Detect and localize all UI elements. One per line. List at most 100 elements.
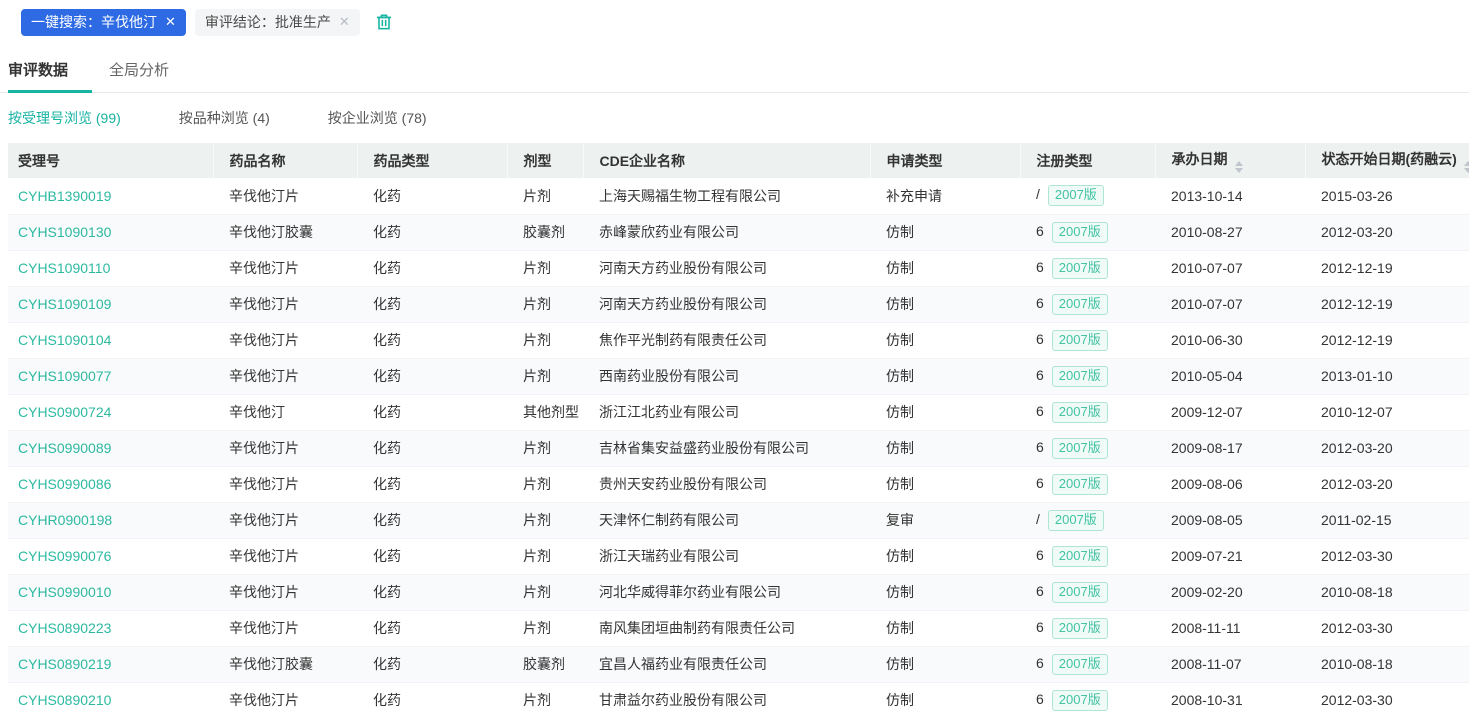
cell-acceptance-no: CYHS1090109 bbox=[8, 286, 213, 322]
acceptance-no-link[interactable]: CYHS0990089 bbox=[18, 440, 111, 456]
registration-edition-badge: 2007版 bbox=[1048, 510, 1104, 531]
acceptance-no-link[interactable]: CYHS0890210 bbox=[18, 692, 111, 708]
acceptance-no-link[interactable]: CYHB1390019 bbox=[18, 188, 111, 204]
acceptance-no-link[interactable]: CYHS0890223 bbox=[18, 620, 111, 636]
col-header-application-type: 申请类型 bbox=[870, 143, 1020, 178]
cell-acceptance-no: CYHS0990086 bbox=[8, 466, 213, 502]
col-header-registration-type: 注册类型 bbox=[1020, 143, 1155, 178]
acceptance-no-link[interactable]: CYHS1090130 bbox=[18, 224, 111, 240]
table-row: CYHS1090110 辛伐他汀片 化药 片剂 河南天方药业股份有限公司 仿制 … bbox=[8, 250, 1469, 286]
registration-edition-badge: 2007版 bbox=[1052, 690, 1108, 711]
acceptance-no-link[interactable]: CYHS0990076 bbox=[18, 548, 111, 564]
cell-acceptance-no: CYHS0990076 bbox=[8, 538, 213, 574]
cell-application-type: 复审 bbox=[870, 502, 1020, 538]
cell-cde-company: 南风集团垣曲制药有限责任公司 bbox=[583, 610, 870, 646]
cell-undertake-date: 2010-07-07 bbox=[1155, 286, 1305, 322]
clear-filters-button[interactable] bbox=[374, 12, 394, 32]
subtab-by-company[interactable]: 按企业浏览 (78) bbox=[328, 108, 427, 128]
cell-acceptance-no: CYHS1090104 bbox=[8, 322, 213, 358]
review-result-chip[interactable]: 审评结论：批准生产 ✕ bbox=[195, 9, 360, 36]
caret-up-icon bbox=[1235, 161, 1243, 166]
cell-undertake-date: 2009-08-06 bbox=[1155, 466, 1305, 502]
registration-class-value: 6 bbox=[1036, 475, 1044, 491]
cell-drug-type: 化药 bbox=[357, 502, 507, 538]
table-row: CYHS0990076 辛伐他汀片 化药 片剂 浙江天瑞药业有限公司 仿制 62… bbox=[8, 538, 1469, 574]
cell-application-type: 仿制 bbox=[870, 358, 1020, 394]
cell-registration-type: 62007版 bbox=[1020, 466, 1155, 502]
registration-class-value: 6 bbox=[1036, 403, 1044, 419]
acceptance-no-link[interactable]: CYHS1090109 bbox=[18, 296, 111, 312]
registration-class-value: 6 bbox=[1036, 583, 1044, 599]
acceptance-no-link[interactable]: CYHR0900198 bbox=[18, 512, 112, 528]
cell-dosage-form: 片剂 bbox=[507, 250, 583, 286]
cell-status-start-date: 2012-03-30 bbox=[1305, 682, 1469, 716]
cell-cde-company: 吉林省集安益盛药业股份有限公司 bbox=[583, 430, 870, 466]
cell-undertake-date: 2008-10-31 bbox=[1155, 682, 1305, 716]
cell-registration-type: 62007版 bbox=[1020, 646, 1155, 682]
cell-registration-type: 6 2007版 bbox=[1020, 682, 1155, 716]
cell-undertake-date: 2010-07-07 bbox=[1155, 250, 1305, 286]
cell-acceptance-no: CYHS0890219 bbox=[8, 646, 213, 682]
cell-dosage-form: 片剂 bbox=[507, 574, 583, 610]
browse-mode-tabs: 按受理号浏览 (99) 按品种浏览 (4) 按企业浏览 (78) bbox=[0, 93, 1469, 143]
cell-drug-type: 化药 bbox=[357, 178, 507, 214]
cell-registration-type: 62007版 bbox=[1020, 322, 1155, 358]
cell-registration-type: 62007版 bbox=[1020, 430, 1155, 466]
acceptance-no-link[interactable]: CYHS0990010 bbox=[18, 584, 111, 600]
cell-acceptance-no: CYHS0890210 bbox=[8, 682, 213, 716]
cell-dosage-form: 其他剂型 bbox=[507, 394, 583, 430]
cell-drug-type: 化药 bbox=[357, 430, 507, 466]
acceptance-no-link[interactable]: CYHS0900724 bbox=[18, 404, 111, 420]
col-header-drug-type: 药品类型 bbox=[357, 143, 507, 178]
cell-application-type: 仿制 bbox=[870, 322, 1020, 358]
cell-dosage-form: 片剂 bbox=[507, 358, 583, 394]
col-header-undertake-date: 承办日期 bbox=[1155, 143, 1305, 178]
col-header-application-type-label: 申请类型 bbox=[887, 153, 943, 169]
quick-search-chip[interactable]: 一键搜索：辛伐他汀 ✕ bbox=[21, 9, 186, 36]
col-header-drug-name-label: 药品名称 bbox=[230, 153, 286, 169]
cell-status-start-date: 2011-02-15 bbox=[1305, 502, 1469, 538]
main-tab-bar: 审评数据 全局分析 bbox=[0, 51, 1469, 93]
cell-drug-name: 辛伐他汀片 bbox=[213, 538, 357, 574]
col-header-registration-type-label: 注册类型 bbox=[1037, 153, 1093, 169]
cell-undertake-date: 2009-07-21 bbox=[1155, 538, 1305, 574]
cell-drug-type: 化药 bbox=[357, 214, 507, 250]
cell-drug-type: 化药 bbox=[357, 358, 507, 394]
registration-class-value: 6 bbox=[1036, 691, 1044, 707]
col-header-status-start-date: 状态开始日期(药融云) bbox=[1305, 143, 1469, 178]
sort-icon-status-start-date[interactable] bbox=[1464, 161, 1469, 173]
cell-cde-company: 贵州天安药业股份有限公司 bbox=[583, 466, 870, 502]
tab-global-analysis[interactable]: 全局分析 bbox=[109, 51, 169, 92]
tab-review-data[interactable]: 审评数据 bbox=[8, 51, 68, 92]
filter-bar: 一键搜索：辛伐他汀 ✕ 审评结论：批准生产 ✕ bbox=[0, 0, 1469, 45]
subtab-by-acceptance-no[interactable]: 按受理号浏览 (99) bbox=[8, 108, 121, 128]
cell-application-type: 仿制 bbox=[870, 610, 1020, 646]
cell-drug-type: 化药 bbox=[357, 286, 507, 322]
cell-registration-type: 62007版 bbox=[1020, 286, 1155, 322]
acceptance-no-link[interactable]: CYHS1090077 bbox=[18, 368, 111, 384]
sort-icon-undertake-date[interactable] bbox=[1235, 161, 1243, 173]
subtab-by-variety[interactable]: 按品种浏览 (4) bbox=[179, 108, 270, 128]
cell-application-type: 仿制 bbox=[870, 682, 1020, 716]
quick-search-chip-close-icon[interactable]: ✕ bbox=[165, 14, 176, 30]
cell-application-type: 仿制 bbox=[870, 250, 1020, 286]
cell-cde-company: 上海天赐福生物工程有限公司 bbox=[583, 178, 870, 214]
cell-application-type: 仿制 bbox=[870, 574, 1020, 610]
cell-registration-type: 62007版 bbox=[1020, 610, 1155, 646]
table-row: CYHS0900724 辛伐他汀 化药 其他剂型 浙江江北药业有限公司 仿制 6… bbox=[8, 394, 1469, 430]
table-row: CYHS1090130 辛伐他汀胶囊 化药 胶囊剂 赤峰蒙欣药业有限公司 仿制 … bbox=[8, 214, 1469, 250]
acceptance-no-link[interactable]: CYHS0890219 bbox=[18, 656, 111, 672]
cell-undertake-date: 2008-11-11 bbox=[1155, 610, 1305, 646]
cell-drug-name: 辛伐他汀 bbox=[213, 394, 357, 430]
cell-acceptance-no: CYHS0890223 bbox=[8, 610, 213, 646]
cell-cde-company: 赤峰蒙欣药业有限公司 bbox=[583, 214, 870, 250]
cell-acceptance-no: CYHS1090130 bbox=[8, 214, 213, 250]
acceptance-no-link[interactable]: CYHS0990086 bbox=[18, 476, 111, 492]
cell-drug-name: 辛伐他汀片 bbox=[213, 358, 357, 394]
review-result-chip-close-icon[interactable]: ✕ bbox=[339, 14, 350, 30]
acceptance-no-link[interactable]: CYHS1090104 bbox=[18, 332, 111, 348]
cell-status-start-date: 2012-03-20 bbox=[1305, 214, 1469, 250]
acceptance-no-link[interactable]: CYHS1090110 bbox=[18, 260, 110, 276]
cell-application-type: 仿制 bbox=[870, 430, 1020, 466]
cell-acceptance-no: CYHB1390019 bbox=[8, 178, 213, 214]
